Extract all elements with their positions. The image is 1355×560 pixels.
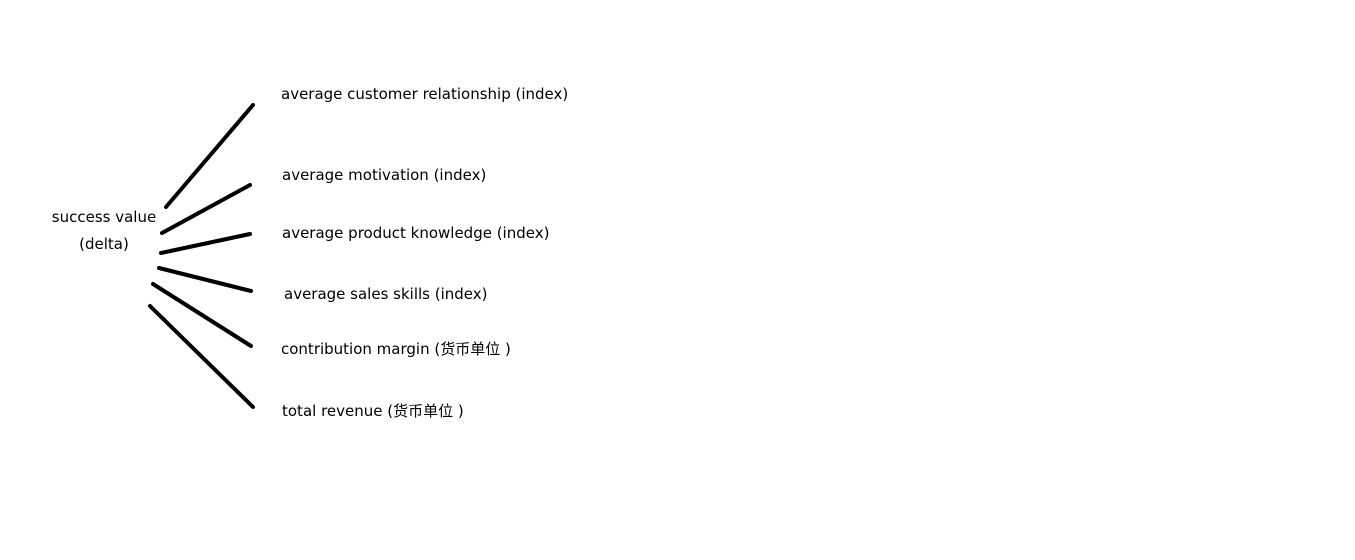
connector-line-product-knowledge bbox=[159, 232, 252, 255]
root-node-label: success value (delta) bbox=[48, 204, 160, 258]
diagram-canvas: success value (delta) average customer r… bbox=[0, 0, 1355, 560]
connector-line-total-revenue bbox=[148, 304, 255, 409]
root-node-label-line2: (delta) bbox=[79, 235, 129, 253]
branch-label-contribution-margin: contribution margin (货币单位 ) bbox=[281, 340, 511, 358]
branch-label-total-revenue: total revenue (货币单位 ) bbox=[282, 402, 464, 420]
root-node-label-line1: success value bbox=[51, 208, 157, 226]
branch-label-product-knowledge: average product knowledge (index) bbox=[282, 224, 550, 242]
connector-lines bbox=[148, 103, 255, 409]
branch-label-motivation: average motivation (index) bbox=[282, 166, 487, 184]
connector-line-motivation bbox=[160, 183, 252, 235]
connector-line-contribution-margin bbox=[151, 282, 253, 348]
connector-line-sales-skills bbox=[157, 266, 253, 293]
branch-label-customer-relationship: average customer relationship (index) bbox=[281, 85, 569, 103]
branch-label-sales-skills: average sales skills (index) bbox=[284, 285, 488, 303]
